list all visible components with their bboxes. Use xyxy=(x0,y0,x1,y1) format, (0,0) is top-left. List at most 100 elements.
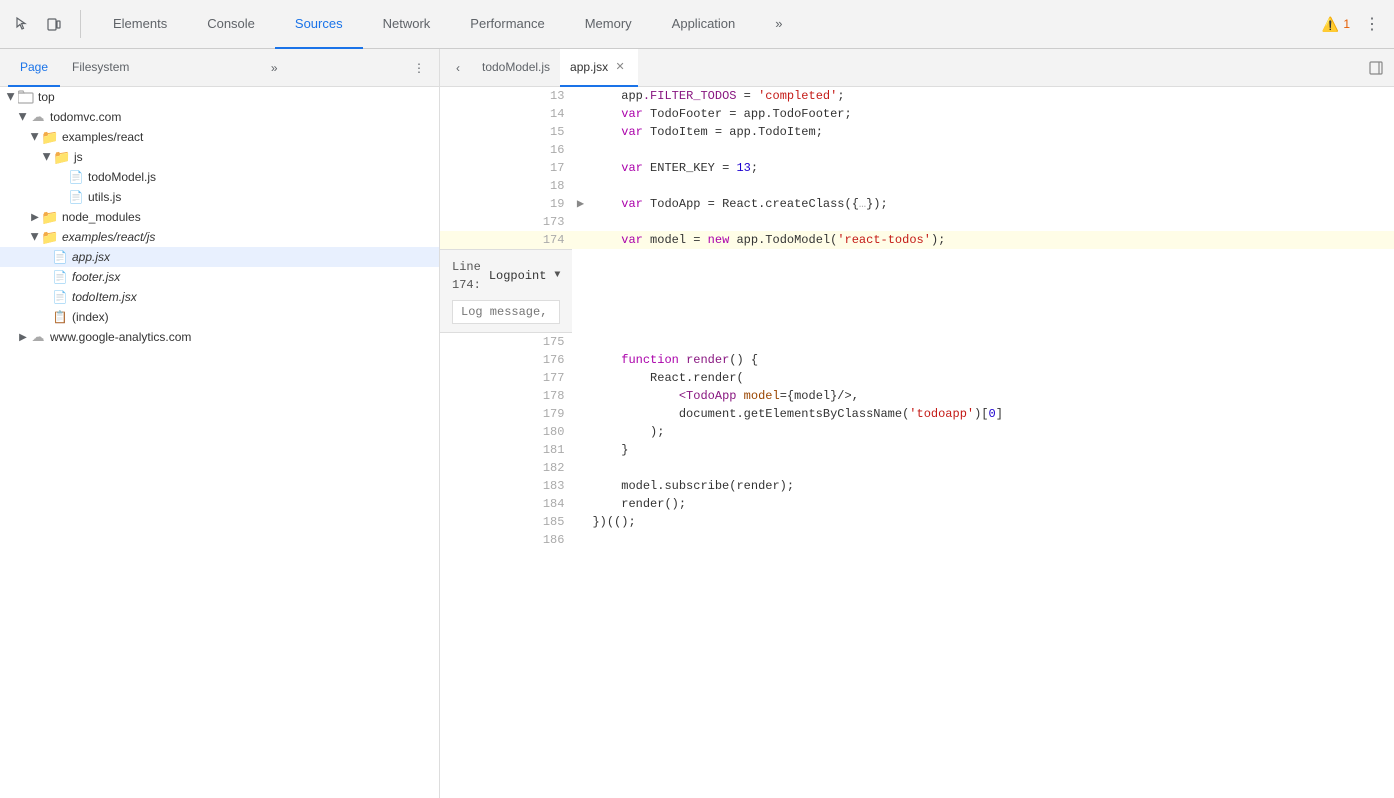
device-icon[interactable] xyxy=(40,10,68,38)
line-number: 174 xyxy=(440,231,572,249)
code-tab-appjsx[interactable]: app.jsx ✕ xyxy=(560,49,638,87)
line-number: 181 xyxy=(440,441,572,459)
tree-label: todomvc.com xyxy=(50,110,121,124)
line-number: 13 xyxy=(440,87,572,105)
folder-yellow-icon: 📁 xyxy=(42,129,58,145)
main-tabs: Elements Console Sources Network Perform… xyxy=(93,0,1322,49)
line-arrow xyxy=(572,213,588,231)
tree-label: top xyxy=(38,90,55,104)
line-content: ); xyxy=(588,423,1394,441)
cursor-icon[interactable] xyxy=(8,10,36,38)
line-content: document.getElementsByClassName('todoapp… xyxy=(588,405,1394,423)
file-tree: ▶ top ▶ ☁ todomvc.com ▶ 📁 examples/react xyxy=(0,87,439,798)
line-number: 182 xyxy=(440,459,572,477)
table-row: 14 var TodoFooter = app.TodoFooter; xyxy=(440,105,1394,123)
line-number: 176 xyxy=(440,351,572,369)
table-row: 176 function render() { xyxy=(440,351,1394,369)
table-row: 179 document.getElementsByClassName('tod… xyxy=(440,405,1394,423)
table-row: 17 var ENTER_KEY = 13; xyxy=(440,159,1394,177)
table-row: 183 model.subscribe(render); xyxy=(440,477,1394,495)
file-yellow-icon: 📄 xyxy=(52,289,68,305)
code-panel-collapse-button[interactable] xyxy=(1362,54,1390,82)
tree-label: examples/react/js xyxy=(62,230,155,244)
tree-item-todomodel[interactable]: 📄 todoModel.js xyxy=(0,167,439,187)
file-icon: 📋 xyxy=(52,309,68,325)
line-arrow xyxy=(572,351,588,369)
line-content xyxy=(588,141,1394,159)
line-content xyxy=(588,213,1394,231)
logpoint-dropdown-arrow[interactable]: ▼ xyxy=(554,267,560,285)
tree-label: examples/react xyxy=(62,130,143,144)
line-number: 185 xyxy=(440,513,572,531)
tree-arrow: ▶ xyxy=(16,110,30,124)
back-nav-button[interactable]: ‹ xyxy=(444,54,472,82)
tree-item-footer-jsx[interactable]: 📄 footer.jsx xyxy=(0,267,439,287)
code-panel: ‹ todoModel.js app.jsx ✕ 13 xyxy=(440,49,1394,798)
tree-label: utils.js xyxy=(88,190,121,204)
line-number: 16 xyxy=(440,141,572,159)
line-arrow xyxy=(572,333,588,351)
tab-more[interactable]: » xyxy=(755,0,802,49)
tab-memory[interactable]: Memory xyxy=(565,0,652,49)
logpoint-input[interactable] xyxy=(452,300,560,324)
tree-label: app.jsx xyxy=(72,250,110,264)
more-menu-button[interactable]: ⋮ xyxy=(1358,10,1386,38)
line-arrow xyxy=(572,159,588,177)
expand-arrow[interactable]: ▶ xyxy=(572,195,588,213)
tree-label: www.google-analytics.com xyxy=(50,330,191,344)
tree-item-top[interactable]: ▶ top xyxy=(0,87,439,107)
tab-application[interactable]: Application xyxy=(652,0,756,49)
tree-item-app-jsx[interactable]: 📄 app.jsx xyxy=(0,247,439,267)
tab-sources[interactable]: Sources xyxy=(275,0,363,49)
sidebar: Page Filesystem » ⋮ ▶ top ▶ ☁ todomvc.co… xyxy=(0,49,440,798)
tree-item-google-analytics[interactable]: ▶ ☁ www.google-analytics.com xyxy=(0,327,439,347)
table-row: 15 var TodoItem = app.TodoItem; xyxy=(440,123,1394,141)
tree-item-todoitem-jsx[interactable]: 📄 todoItem.jsx xyxy=(0,287,439,307)
sidebar-tab-page[interactable]: Page xyxy=(8,49,60,87)
line-number: 15 xyxy=(440,123,572,141)
code-tab-close-button[interactable]: ✕ xyxy=(612,59,628,75)
warning-badge[interactable]: ⚠️ 1 xyxy=(1322,16,1350,33)
line-number: 178 xyxy=(440,387,572,405)
table-row: 178 <TodoApp model={model}/>, xyxy=(440,387,1394,405)
logpoint-type-select[interactable]: Logpoint xyxy=(489,267,547,285)
line-content: app.FILTER_TODOS = 'completed'; xyxy=(588,87,1394,105)
tree-item-examples-react-js[interactable]: ▶ 📁 examples/react/js xyxy=(0,227,439,247)
tree-item-index[interactable]: 📋 (index) xyxy=(0,307,439,327)
tree-item-todomvc[interactable]: ▶ ☁ todomvc.com xyxy=(0,107,439,127)
tab-performance[interactable]: Performance xyxy=(450,0,564,49)
line-arrow xyxy=(572,141,588,159)
tree-item-node-modules[interactable]: ▶ 📁 node_modules xyxy=(0,207,439,227)
code-tab-todomodel[interactable]: todoModel.js xyxy=(472,49,560,87)
code-tabs-header: ‹ todoModel.js app.jsx ✕ xyxy=(440,49,1394,87)
tree-item-js[interactable]: ▶ 📁 js xyxy=(0,147,439,167)
sidebar-more-button[interactable]: » xyxy=(262,56,286,80)
table-row: 186 xyxy=(440,531,1394,549)
line-content: var TodoApp = React.createClass({…}); xyxy=(588,195,1394,213)
tree-item-examples-react[interactable]: ▶ 📁 examples/react xyxy=(0,127,439,147)
table-row: 181 } xyxy=(440,441,1394,459)
folder-yellow-icon: 📁 xyxy=(42,209,58,225)
folder-icon xyxy=(18,89,34,105)
line-arrow xyxy=(572,531,588,549)
toolbar: Elements Console Sources Network Perform… xyxy=(0,0,1394,49)
tree-item-utils[interactable]: 📄 utils.js xyxy=(0,187,439,207)
file-yellow-icon: 📄 xyxy=(68,169,84,185)
tree-label: (index) xyxy=(72,310,109,324)
line-content: } xyxy=(588,441,1394,459)
line-content xyxy=(588,531,1394,549)
tab-console[interactable]: Console xyxy=(187,0,275,49)
file-yellow-icon: 📄 xyxy=(68,189,84,205)
folder-yellow-icon: 📁 xyxy=(42,229,58,245)
tab-elements[interactable]: Elements xyxy=(93,0,187,49)
line-number: 175 xyxy=(440,333,572,351)
sidebar-tab-filesystem[interactable]: Filesystem xyxy=(60,49,141,87)
tree-arrow: ▶ xyxy=(28,210,42,224)
tree-arrow: ▶ xyxy=(40,150,54,164)
line-number: 18 xyxy=(440,177,572,195)
sidebar-options-button[interactable]: ⋮ xyxy=(407,56,431,80)
code-editor[interactable]: 13 app.FILTER_TODOS = 'completed'; 14 va… xyxy=(440,87,1394,798)
tab-network[interactable]: Network xyxy=(363,0,451,49)
line-arrow xyxy=(572,477,588,495)
line-content xyxy=(588,333,1394,351)
